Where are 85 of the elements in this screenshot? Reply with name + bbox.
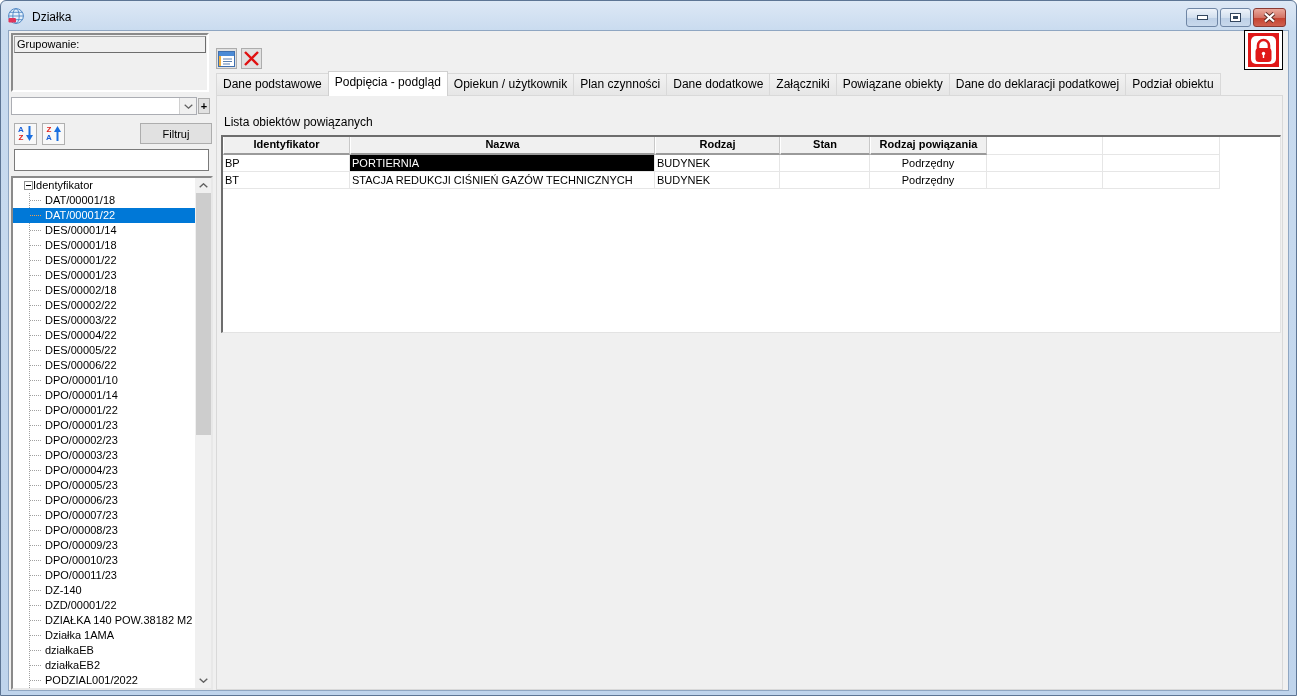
tree-item[interactable]: działkaEB2: [13, 658, 195, 673]
tree-item[interactable]: DES/00001/14: [13, 223, 195, 238]
chevron-up-icon[interactable]: [198, 183, 208, 188]
tree-item[interactable]: DPO/00011/23: [13, 568, 195, 583]
close-button[interactable]: [1253, 8, 1286, 27]
tree-item[interactable]: DES/00006/22: [13, 358, 195, 373]
tab[interactable]: Powiązane obiekty: [835, 73, 950, 95]
cross-icon: [244, 51, 259, 66]
minus-box-icon[interactable]: [24, 181, 33, 190]
tree-item[interactable]: DPO/00001/22: [13, 403, 195, 418]
tree-item[interactable]: DPO/00004/23: [13, 463, 195, 478]
column-header[interactable]: Rodzaj powiązania: [870, 137, 987, 155]
tree-item[interactable]: DPO/00006/23: [13, 493, 195, 508]
tree-item[interactable]: DPO/00001/10: [13, 373, 195, 388]
tree-item[interactable]: DZD/00001/22: [13, 598, 195, 613]
add-button[interactable]: +: [198, 98, 210, 114]
column-header[interactable]: Stan: [780, 137, 870, 155]
table-cell-text: BT: [224, 173, 241, 188]
tree-item[interactable]: DES/00001/22: [13, 253, 195, 268]
section-title: Lista obiektów powiązanych: [223, 115, 373, 130]
tree-item[interactable]: DES/00002/18: [13, 283, 195, 298]
tab[interactable]: Dane dodatkowe: [666, 73, 771, 95]
tab[interactable]: Dane podstawowe: [216, 73, 329, 95]
column-header[interactable]: Identyfikator: [223, 137, 350, 155]
globe-icon: [8, 8, 24, 24]
tab[interactable]: Podpięcia - podgląd: [327, 71, 448, 96]
tab[interactable]: Dane do deklaracji podatkowej: [948, 73, 1127, 95]
tree-item[interactable]: DZ-140: [13, 583, 195, 598]
table-cell-text: Podrzędny: [900, 156, 956, 171]
tree-item[interactable]: DAT/00001/18: [13, 193, 195, 208]
tree-item[interactable]: DES/00001/18: [13, 238, 195, 253]
sort-descending-button[interactable]: Z A: [42, 122, 65, 145]
column-header[interactable]: Rodzaj: [655, 137, 780, 155]
tree-item[interactable]: DPO/00007/23: [13, 508, 195, 523]
sort-ascending-button[interactable]: A Z: [14, 122, 37, 145]
maximize-button[interactable]: [1220, 8, 1251, 27]
column-header[interactable]: Nazwa: [350, 137, 655, 155]
tree-item[interactable]: DPO/00008/23: [13, 523, 195, 538]
window-icon: [218, 50, 235, 67]
arrow-up-icon: [53, 126, 61, 141]
tree-item[interactable]: DES/00004/22: [13, 328, 195, 343]
close-icon: [1263, 12, 1276, 23]
padlock-icon[interactable]: [1244, 30, 1283, 70]
tab[interactable]: Opiekun / użytkownik: [446, 73, 575, 95]
tree-item[interactable]: DES/00003/22: [13, 313, 195, 328]
tree-item[interactable]: działkaEB: [13, 643, 195, 658]
chevron-down-icon[interactable]: [198, 678, 208, 683]
delete-button[interactable]: [241, 48, 262, 69]
tab[interactable]: Załączniki: [769, 73, 837, 95]
table-cell: PORTIERNIA: [350, 155, 654, 171]
tab[interactable]: Plan czynności: [573, 73, 668, 95]
tree-item[interactable]: DZIAŁKA 140 POW.38182 M2: [13, 613, 195, 628]
dropdown-field[interactable]: [11, 97, 197, 115]
maximize-icon: [1230, 13, 1241, 22]
tree-item[interactable]: PODZIAL001/2022: [13, 673, 195, 688]
tree-item[interactable]: DPO/00003/23: [13, 448, 195, 463]
filter-button[interactable]: Filtruj: [140, 123, 212, 144]
tree-item[interactable]: DPO/00002/23: [13, 433, 195, 448]
tree-item[interactable]: DES/00001/23: [13, 268, 195, 283]
table-cell-text: BUDYNEK: [656, 173, 712, 188]
filter-field[interactable]: [14, 149, 209, 171]
scrollbar[interactable]: [195, 178, 211, 688]
tree-item[interactable]: DPO/00001/23: [13, 418, 195, 433]
arrow-down-icon: [25, 126, 33, 141]
chevron-down-icon[interactable]: [183, 103, 193, 109]
tree-item[interactable]: DES/00002/22: [13, 298, 195, 313]
scrollbar-thumb[interactable]: [195, 193, 211, 435]
tree-item[interactable]: DAT/00001/22: [13, 208, 195, 223]
tree-item[interactable]: DPO/00009/23: [13, 538, 195, 553]
tree-item[interactable]: DES/00005/22: [13, 343, 195, 358]
tree-item[interactable]: Działka 1AMA: [13, 628, 195, 643]
table-cell-text: STACJA REDUKCJI CIŚNIEŃ GAZÓW TECHNICZNYCH: [351, 173, 634, 188]
table-cell-text: BP: [224, 156, 241, 171]
minimize-icon: [1196, 15, 1208, 20]
grouping-label: Grupowanie:: [14, 36, 206, 53]
table-cell-text: Podrzędny: [900, 173, 956, 188]
tree-item[interactable]: DPO/00010/23: [13, 553, 195, 568]
tree-item[interactable]: DPO/00005/23: [13, 478, 195, 493]
minimize-button[interactable]: [1186, 8, 1218, 27]
window-title: Działka: [32, 10, 72, 25]
table-cell-text: BUDYNEK: [656, 156, 712, 171]
form-button[interactable]: [216, 48, 237, 69]
tree-root-item[interactable]: Identyfikator: [33, 178, 93, 193]
tree-item[interactable]: DPO/00001/14: [13, 388, 195, 403]
tab[interactable]: Podział obiektu: [1125, 73, 1221, 95]
